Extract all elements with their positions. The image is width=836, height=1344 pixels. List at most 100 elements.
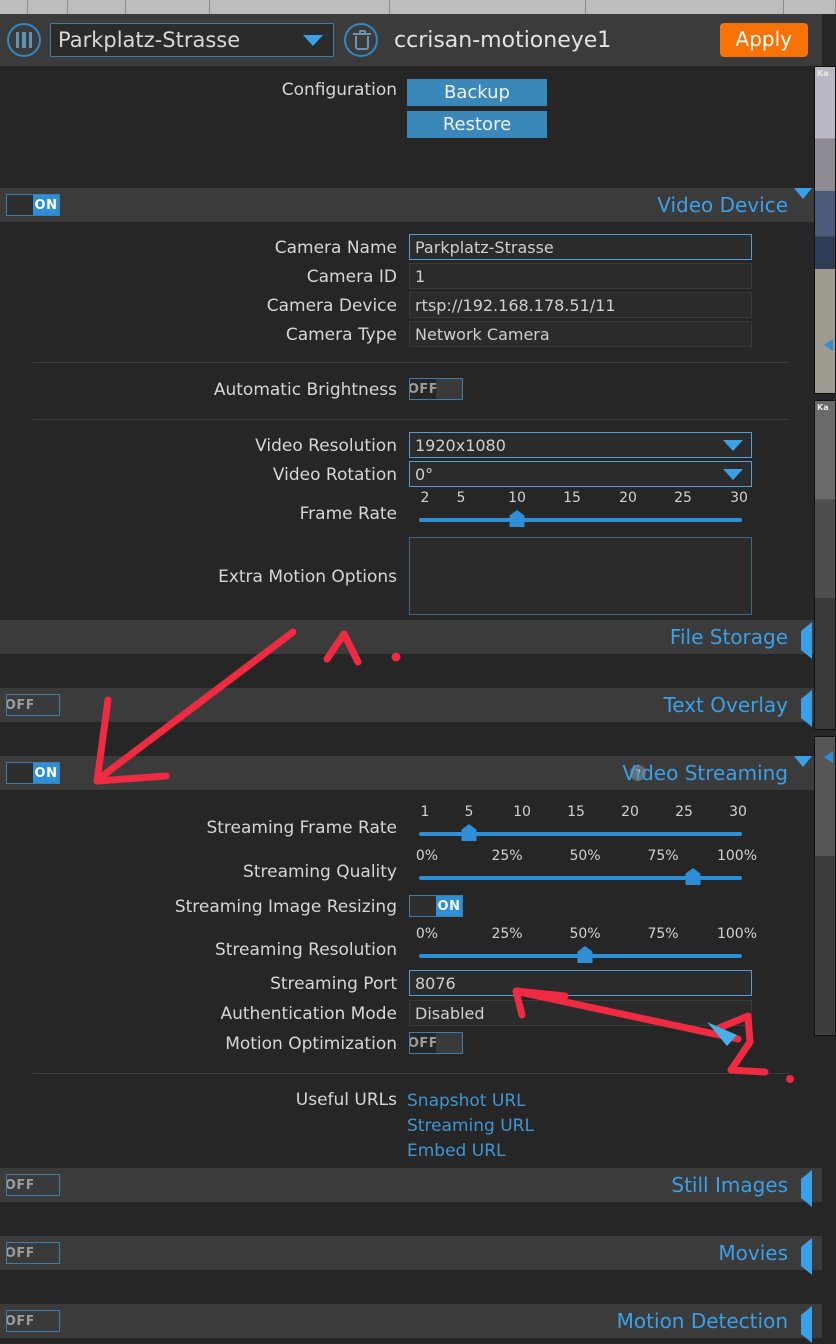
streaming-image-resizing-toggle[interactable]: ON bbox=[409, 895, 463, 917]
row-extra-motion-options: Extra Motion Options bbox=[0, 534, 822, 620]
authentication-mode-select[interactable]: Disabled bbox=[409, 1000, 752, 1026]
slider-handle[interactable] bbox=[685, 868, 701, 885]
camera-preview[interactable]: Ka bbox=[814, 66, 836, 394]
camera-preview[interactable]: Ka bbox=[814, 400, 836, 730]
chevron-down-icon[interactable] bbox=[794, 188, 812, 218]
streaming-image-resizing-label: Streaming Image Resizing bbox=[174, 897, 397, 917]
authentication-mode-label: Authentication Mode bbox=[220, 1004, 397, 1024]
section-header-video-streaming[interactable]: ON ? Video Streaming bbox=[0, 756, 822, 790]
configuration-label: Configuration bbox=[281, 80, 397, 100]
video-resolution-select[interactable]: 1920x1080 bbox=[409, 432, 752, 458]
camera-name-input[interactable]: Parkplatz-Strasse bbox=[409, 234, 752, 260]
section-header-text-overlay[interactable]: OFF Text Overlay bbox=[0, 688, 822, 727]
extra-motion-options-label: Extra Motion Options bbox=[218, 567, 397, 587]
streaming-frame-rate-ticks: 1 5 10 15 20 25 30 bbox=[409, 804, 752, 824]
slider-handle[interactable] bbox=[577, 946, 593, 963]
tick: 15 bbox=[563, 490, 581, 506]
section-title-still-images: Still Images bbox=[671, 1173, 788, 1197]
movies-toggle[interactable]: OFF bbox=[6, 1242, 60, 1264]
motion-detection-toggle-label: OFF bbox=[6, 1313, 36, 1329]
streaming-image-resizing-toggle-label: ON bbox=[436, 896, 462, 916]
chevron-left-icon[interactable] bbox=[801, 1238, 812, 1275]
browser-tab[interactable] bbox=[784, 0, 836, 14]
camera-select-value: Parkplatz-Strasse bbox=[58, 28, 241, 52]
chevron-left-icon[interactable] bbox=[801, 1306, 812, 1343]
browser-tab[interactable] bbox=[210, 0, 390, 14]
motion-detection-toggle[interactable]: OFF bbox=[6, 1310, 60, 1332]
chevron-down-icon bbox=[723, 440, 743, 451]
movies-toggle-label: OFF bbox=[6, 1245, 36, 1261]
trash-icon[interactable] bbox=[344, 23, 378, 57]
menu-bars-icon[interactable] bbox=[7, 23, 41, 57]
camera-type-label: Camera Type bbox=[285, 325, 397, 345]
hostname-label: ccrisan-motioneye1 bbox=[394, 27, 612, 53]
automatic-brightness-toggle[interactable]: OFF bbox=[409, 378, 463, 400]
camera-id-input[interactable]: 1 bbox=[409, 263, 752, 289]
preview-arrow-icon[interactable] bbox=[824, 339, 833, 351]
camera-select[interactable]: Parkplatz-Strasse bbox=[50, 23, 334, 57]
tick: 30 bbox=[730, 490, 748, 506]
chevron-left-icon[interactable] bbox=[801, 690, 812, 727]
row-authentication-mode: Authentication Mode Disabled bbox=[0, 1000, 822, 1029]
streaming-url-link[interactable]: Streaming URL bbox=[407, 1114, 534, 1139]
motion-optimization-toggle[interactable]: OFF bbox=[409, 1032, 463, 1054]
tick: 20 bbox=[621, 804, 639, 820]
still-images-toggle-label: OFF bbox=[6, 1177, 36, 1193]
streaming-frame-rate-slider[interactable]: 1 5 10 15 20 25 30 bbox=[409, 804, 752, 848]
camera-type-input[interactable]: Network Camera bbox=[409, 321, 752, 347]
spacer bbox=[0, 654, 822, 688]
video-streaming-toggle[interactable]: ON bbox=[6, 762, 60, 784]
spacer bbox=[0, 164, 822, 188]
browser-tab[interactable] bbox=[390, 0, 586, 14]
camera-preview-thumbnail bbox=[815, 737, 835, 1035]
restore-button[interactable]: Restore bbox=[407, 111, 547, 138]
row-video-rotation: Video Rotation 0° bbox=[0, 461, 822, 490]
frame-rate-slider[interactable]: 2 5 10 15 20 25 30 bbox=[409, 490, 752, 534]
chevron-down-icon[interactable] bbox=[794, 756, 812, 786]
streaming-quality-slider[interactable]: 0% 25% 50% 75% 100% bbox=[409, 848, 757, 892]
streaming-port-input[interactable]: 8076 bbox=[409, 970, 752, 996]
tick: 10 bbox=[513, 804, 531, 820]
browser-tab[interactable] bbox=[126, 0, 210, 14]
snapshot-url-link[interactable]: Snapshot URL bbox=[407, 1089, 534, 1114]
apply-button[interactable]: Apply bbox=[719, 23, 808, 57]
video-device-panel: Camera Name Parkplatz-Strasse Camera ID … bbox=[0, 222, 822, 620]
streaming-resolution-slider[interactable]: 0% 25% 50% 75% 100% bbox=[409, 926, 757, 970]
camera-preview[interactable] bbox=[814, 736, 836, 1036]
streaming-port-label: Streaming Port bbox=[270, 974, 397, 994]
section-header-file-storage[interactable]: File Storage bbox=[0, 620, 822, 659]
video-rotation-select[interactable]: 0° bbox=[409, 461, 752, 487]
preview-arrow-icon[interactable] bbox=[824, 751, 833, 763]
chevron-left-icon[interactable] bbox=[801, 622, 812, 659]
extra-motion-options-input[interactable] bbox=[409, 537, 752, 615]
slider-track bbox=[419, 518, 742, 522]
row-automatic-brightness: Automatic Brightness OFF bbox=[0, 375, 822, 407]
browser-tab[interactable] bbox=[28, 0, 68, 14]
section-header-still-images[interactable]: OFF Still Images bbox=[0, 1168, 822, 1207]
section-title-video-device: Video Device bbox=[657, 193, 788, 217]
streaming-resolution-ticks: 0% 25% 50% 75% 100% bbox=[409, 926, 757, 946]
tick: 5 bbox=[464, 804, 474, 820]
slider-handle[interactable] bbox=[461, 824, 477, 841]
embed-url-link[interactable]: Embed URL bbox=[407, 1139, 534, 1164]
browser-tab[interactable] bbox=[0, 0, 28, 14]
text-overlay-toggle[interactable]: OFF bbox=[6, 694, 60, 716]
backup-button[interactable]: Backup bbox=[407, 79, 547, 106]
top-bar: Parkplatz-Strasse ccrisan-motioneye1 App… bbox=[0, 14, 822, 66]
camera-preview-caption: Ka bbox=[817, 403, 829, 412]
still-images-toggle[interactable]: OFF bbox=[6, 1174, 60, 1196]
automatic-brightness-toggle-label: OFF bbox=[409, 381, 439, 397]
section-header-movies[interactable]: OFF Movies bbox=[0, 1236, 822, 1275]
browser-tab[interactable] bbox=[586, 0, 784, 14]
chevron-left-icon[interactable] bbox=[801, 1170, 812, 1207]
slider-handle[interactable] bbox=[509, 510, 525, 527]
browser-tab[interactable] bbox=[68, 0, 126, 14]
camera-preview-thumbnail bbox=[815, 401, 835, 729]
section-header-motion-detection[interactable]: OFF Motion Detection bbox=[0, 1304, 822, 1343]
camera-device-input[interactable]: rtsp://192.168.178.51/11 bbox=[409, 292, 752, 318]
tick: 2 bbox=[420, 490, 430, 506]
tick: 5 bbox=[456, 490, 466, 506]
video-device-toggle[interactable]: ON bbox=[6, 194, 60, 216]
row-camera-type: Camera Type Network Camera bbox=[0, 321, 822, 350]
section-header-video-device[interactable]: ON Video Device bbox=[0, 188, 822, 222]
